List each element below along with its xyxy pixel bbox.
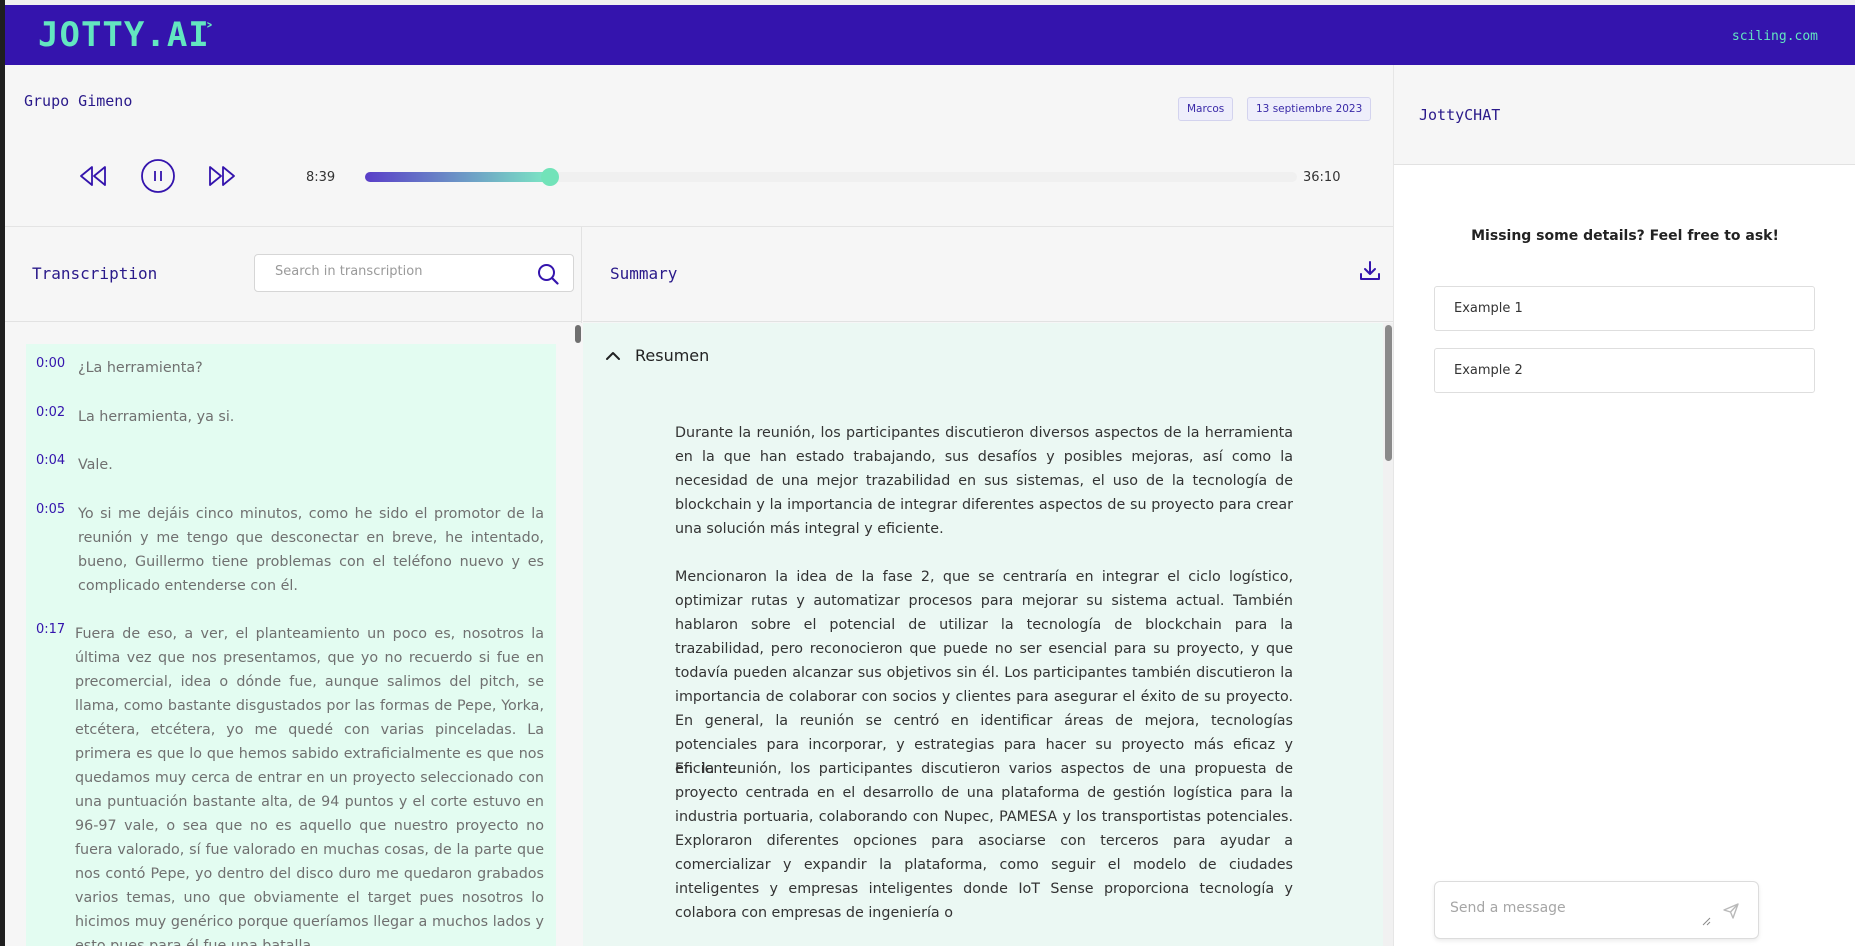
segment-time[interactable]: 0:17 [36,622,65,637]
summary-paragraph: Durante la reunión, los participantes di… [675,425,1293,537]
segment-time[interactable]: 0:05 [36,502,65,517]
current-time: 8:39 [306,170,336,185]
summary-scrollbar[interactable] [1383,323,1393,946]
pause-icon [141,159,175,193]
transcription-header: Transcription [5,227,582,322]
rewind-icon [80,166,106,186]
example-prompt-button[interactable]: Example 1 [1434,286,1815,331]
pause-button[interactable] [141,159,175,193]
transcription-scrollbar[interactable] [574,323,582,946]
total-time: 36:10 [1303,170,1341,185]
summary-section-label: Resumen [635,346,710,365]
summary-pane: Summary Resumen Durante la reunión, los … [583,227,1393,946]
resize-handle-icon[interactable] [1702,917,1711,926]
segment-text: ¿La herramienta? [78,360,203,376]
segment-time[interactable]: 0:04 [36,453,65,468]
date-tag: 13 septiembre 2023 [1247,97,1372,121]
transcription-pane: Transcription 0:00 ¿La herramienta? 0:02… [5,227,582,946]
audio-player: Grupo Gimeno Marcos 13 septiembre 2023 8… [5,65,1393,227]
progress-fill [365,172,550,182]
fast-forward-icon [209,166,235,186]
chevron-up-icon [606,351,620,360]
example-prompt-button[interactable]: Example 2 [1434,348,1815,393]
segment-time[interactable]: 0:00 [36,356,65,371]
chat-pane: JottyCHAT Missing some details? Feel fre… [1393,65,1855,946]
summary-title: Summary [610,264,678,283]
segment-time[interactable]: 0:02 [36,405,65,420]
search-box[interactable] [254,254,574,292]
summary-paragraph: En la reunión, los participantes discuti… [675,761,1293,921]
transcription-title: Transcription [32,264,158,283]
scrollbar-thumb[interactable] [575,325,581,343]
message-input[interactable] [1450,900,1700,924]
search-icon[interactable] [537,263,559,285]
summary-header: Summary [583,227,1393,322]
logo-caret-icon: ˃ [205,21,214,42]
transcription-list: 0:00 ¿La herramienta? 0:02 La herramient… [26,344,556,946]
participant-tag: Marcos [1178,97,1234,121]
summary-body: Resumen Durante la reunión, los particip… [583,323,1393,946]
meeting-title: Grupo Gimeno [24,92,133,110]
scrollbar-thumb[interactable] [1385,325,1392,461]
summary-section-toggle[interactable]: Resumen [605,346,709,365]
chat-header: JottyCHAT [1394,65,1855,165]
message-box[interactable] [1434,881,1759,939]
chat-prompt: Missing some details? Feel free to ask! [1471,228,1779,244]
search-input[interactable] [275,264,525,279]
app-window: JOTTY.AI ˃ sciling.com Grupo Gimeno Marc… [5,5,1855,946]
progress-knob[interactable] [540,168,559,186]
segment-text: Fuera de eso, a ver, el planteamiento un… [75,626,544,946]
summary-paragraph: Mencionaron la idea de la fase 2, que se… [675,569,1293,777]
segment-text: Vale. [78,457,113,473]
progress-slider[interactable] [365,168,1297,186]
top-bar: JOTTY.AI ˃ sciling.com [5,5,1855,65]
fast-forward-button[interactable] [205,159,239,193]
site-link[interactable]: sciling.com [1732,29,1818,44]
rewind-button[interactable] [76,159,110,193]
chat-title: JottyCHAT [1419,106,1501,124]
download-icon[interactable] [1358,259,1382,283]
segment-text: Yo si me dejáis cinco minutos, como he s… [78,506,544,594]
segment-text: La herramienta, ya si. [78,409,235,425]
logo[interactable]: JOTTY.AI [38,15,210,55]
send-icon[interactable] [1722,902,1740,920]
